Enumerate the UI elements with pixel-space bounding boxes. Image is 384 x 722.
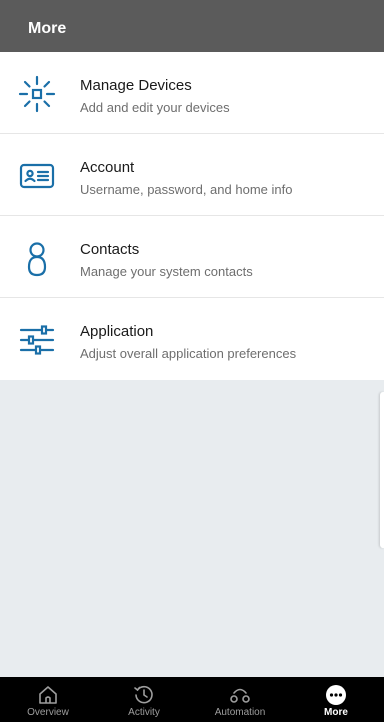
nav-label: More (324, 707, 348, 718)
nav-tab-more[interactable]: More (288, 677, 384, 722)
nav-label: Automation (214, 707, 266, 718)
devices-icon (16, 73, 58, 115)
menu-item-subtitle: Add and edit your devices (80, 100, 230, 115)
side-panel-handle[interactable] (380, 392, 384, 548)
nav-tab-automation[interactable]: Automation (192, 677, 288, 722)
menu-item-title: Application (80, 323, 154, 340)
sliders-icon (16, 319, 58, 361)
menu-item-title: Account (80, 159, 135, 176)
nav-tab-overview[interactable]: Overview (0, 677, 96, 722)
more-dots-icon (325, 684, 347, 706)
nav-label: Overview (27, 707, 69, 718)
contact-person-icon (16, 237, 58, 279)
nav-tab-activity[interactable]: Activity (96, 677, 192, 722)
more-menu-list: Manage Devices Add and edit your devices… (0, 52, 384, 380)
clock-icon (133, 684, 155, 706)
menu-item-title: Contacts (80, 241, 140, 258)
page-title: More (28, 20, 67, 37)
menu-item-application[interactable]: Application Adjust overall application p… (0, 298, 384, 380)
account-card-icon (16, 155, 58, 197)
menu-item-subtitle: Username, password, and home info (80, 182, 293, 197)
nav-label: Activity (128, 707, 160, 718)
menu-item-subtitle: Adjust overall application preferences (80, 346, 297, 361)
home-icon (37, 684, 59, 706)
menu-item-subtitle: Manage your system contacts (80, 264, 253, 279)
menu-item-contacts[interactable]: Contacts Manage your system contacts (0, 216, 384, 298)
automation-icon (229, 684, 251, 706)
top-app-bar: More (0, 0, 384, 52)
bottom-navigation: Overview Activity Automation More (0, 677, 384, 722)
menu-item-manage-devices[interactable]: Manage Devices Add and edit your devices (0, 52, 384, 134)
menu-item-title: Manage Devices (80, 77, 192, 94)
menu-item-account[interactable]: Account Username, password, and home inf… (0, 134, 384, 216)
